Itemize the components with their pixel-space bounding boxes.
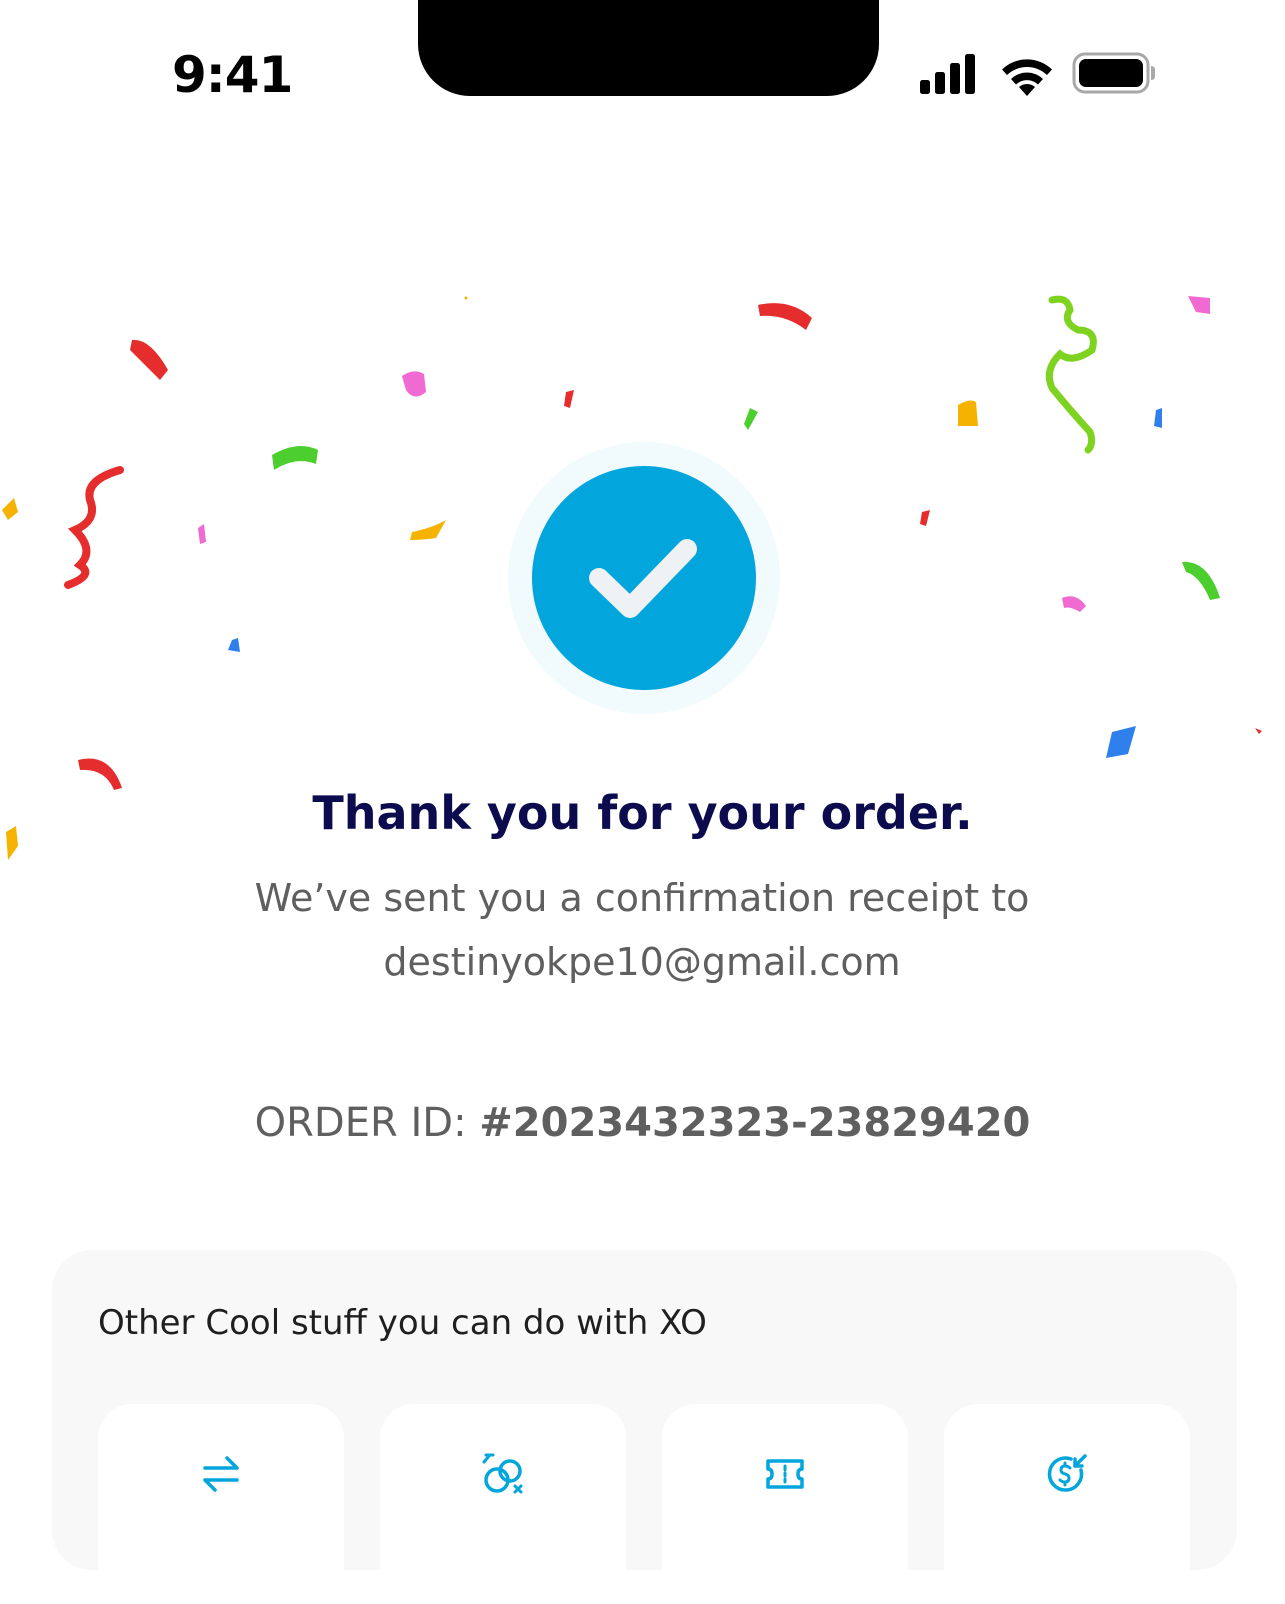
order-id-value: #2023432323-23829420 (479, 1100, 1031, 1146)
circles-shapes-icon (482, 1453, 523, 1494)
transfer-arrows-icon (203, 1456, 239, 1492)
cellular-signal-icon (920, 54, 975, 94)
order-id-label: ORDER ID: (254, 1100, 467, 1146)
action-tile-transfer[interactable] (98, 1404, 344, 1604)
order-id: ORDER ID: #2023432323-23829420 (0, 1096, 1285, 1150)
confirmation-title: Thank you for your order. (312, 786, 973, 840)
success-badge (532, 466, 756, 690)
confirmation-message: We’ve sent you a confirmation receipt to… (142, 866, 1142, 994)
dollar-receive-icon (1047, 1454, 1087, 1492)
status-time: 9:41 (172, 46, 293, 104)
checkmark-icon (589, 539, 697, 618)
extras-card: Other Cool stuff you can do with XO (52, 1250, 1237, 1604)
extras-title: Other Cool stuff you can do with XO (98, 1303, 707, 1343)
action-tile-shapes[interactable] (380, 1404, 626, 1604)
action-tile-ticket[interactable] (662, 1404, 908, 1604)
ticket-icon (766, 1459, 804, 1489)
status-icons (918, 50, 1158, 98)
confirmation-email: destinyokpe10@gmail.com (383, 940, 901, 984)
confirmation-message-line: We’ve sent you a confirmation receipt to (254, 876, 1030, 920)
device-notch (418, 0, 879, 96)
action-tile-receive-money[interactable] (944, 1404, 1190, 1604)
battery-icon (1072, 52, 1155, 94)
wifi-icon (1002, 59, 1052, 96)
